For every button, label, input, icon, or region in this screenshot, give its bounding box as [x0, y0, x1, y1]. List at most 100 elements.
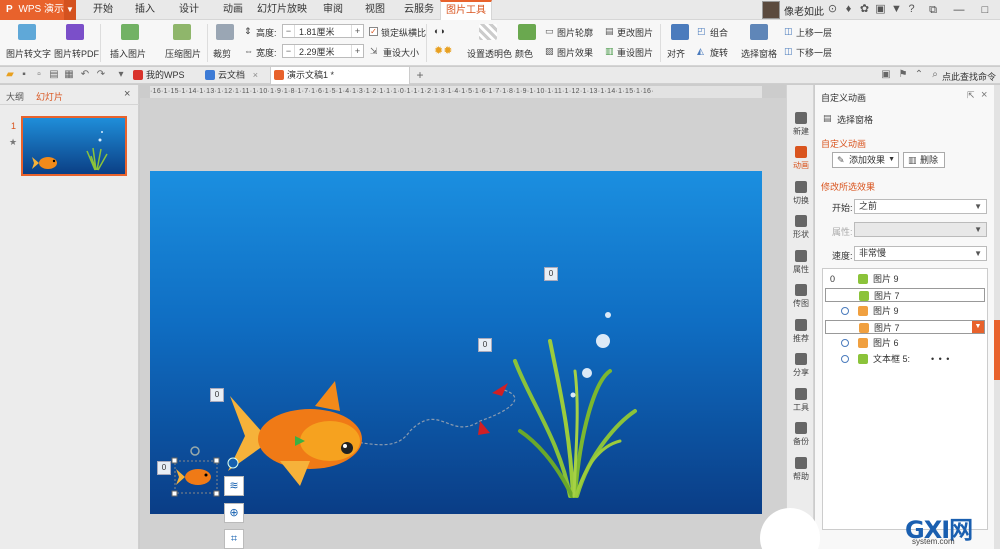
search-icon[interactable]: ⌕ — [929, 69, 941, 81]
crop-button[interactable]: 裁剪 — [213, 47, 231, 60]
chevron-down-icon[interactable]: ▼ — [972, 321, 984, 333]
chevron-down-icon[interactable]: ⊙ — [826, 3, 839, 16]
help-icon[interactable]: ? — [905, 3, 918, 16]
collapse-icon[interactable] — [227, 457, 239, 469]
color-icon[interactable] — [518, 24, 536, 40]
pdf-export-icon[interactable]: ▫ — [33, 69, 45, 81]
sidebar-item-help[interactable]: 帮助 — [787, 457, 815, 482]
close-icon[interactable]: × — [124, 88, 130, 100]
change-pic-button[interactable]: 更改图片 — [617, 26, 653, 39]
increment-button[interactable]: + — [351, 25, 363, 37]
color-button[interactable]: 颜色 — [515, 47, 533, 60]
compress-icon[interactable] — [173, 24, 191, 40]
maximize-icon[interactable]: □ — [972, 0, 998, 20]
sidebar-item-upload-pic[interactable]: 传图 — [787, 284, 815, 309]
path-end-marker[interactable] — [492, 383, 508, 396]
tab-view[interactable]: 视图 — [358, 0, 392, 20]
reset-size-button[interactable]: 重设大小 — [383, 46, 419, 59]
sidebar-item-transition[interactable]: 切换 — [787, 181, 815, 206]
height-value[interactable]: 1.81厘米 — [295, 25, 351, 38]
delete-button[interactable]: ▥ 删除 — [903, 152, 945, 168]
sidebar-item-animation[interactable]: 动画 — [787, 146, 815, 171]
tab-slideshow[interactable]: 幻灯片放映 — [256, 0, 308, 20]
chevron-down-icon[interactable]: ▼ — [64, 0, 76, 20]
path-end-marker[interactable] — [478, 421, 490, 435]
goldfish-image[interactable] — [228, 381, 362, 486]
bring-forward-button[interactable]: 上移一层 — [796, 26, 832, 39]
undo-icon[interactable]: ↶ — [79, 69, 91, 81]
speed-select[interactable]: 非常慢 ▼ — [854, 246, 987, 261]
sidebar-item-share[interactable]: 分享 — [787, 353, 815, 378]
tab-home[interactable]: 开始 — [86, 0, 120, 20]
group-button[interactable]: 组合 — [710, 26, 728, 39]
tab-review[interactable]: 审阅 — [316, 0, 350, 20]
slide-thumbnail[interactable] — [21, 116, 127, 176]
decrement-button[interactable]: − — [283, 45, 295, 57]
decrement-button[interactable]: − — [283, 25, 295, 37]
animation-list[interactable]: 0 图片 9 图片 7 图片 9 图片 7 ▼ 图片 6 文本框 5: • • — [822, 268, 988, 530]
animation-order-badge[interactable]: 0 — [478, 338, 492, 352]
tab-presentation[interactable]: 演示文稿1 * — [270, 67, 410, 84]
tab-outline[interactable]: 大纲 — [6, 90, 24, 103]
height-stepper[interactable]: − 1.81厘米 + — [282, 24, 364, 38]
list-item[interactable]: 图片 6 — [825, 336, 985, 350]
chevron-down-icon[interactable]: ▾ — [115, 69, 127, 81]
tab-cloud[interactable]: 云服务 — [400, 0, 438, 20]
list-item[interactable]: 0 图片 9 — [825, 272, 985, 286]
animation-order-badge[interactable]: 0 — [157, 461, 171, 475]
tshirt-icon[interactable]: ▼ — [890, 3, 903, 16]
seaweed-image[interactable] — [513, 339, 637, 498]
align-button[interactable]: 对齐 — [667, 47, 685, 60]
insert-picture-button[interactable]: 插入图片 — [110, 47, 146, 60]
float-icon[interactable]: ⇱ — [967, 90, 975, 101]
more-options[interactable]: • • • — [931, 352, 950, 366]
tab-cloud-docs[interactable]: 云文档 × — [202, 67, 262, 84]
pin-icon[interactable]: ⚑ — [897, 69, 909, 81]
list-item[interactable]: 图片 9 — [825, 304, 985, 318]
selection-pane-button[interactable]: 选择窗格 — [741, 47, 777, 60]
transparent-icon[interactable] — [479, 24, 497, 40]
pic-effect-button[interactable]: 图片效果 — [557, 46, 593, 59]
collapse-handle[interactable] — [994, 320, 1000, 380]
preview-icon[interactable]: ▦ — [63, 69, 75, 81]
close-icon[interactable]: × — [981, 89, 987, 101]
tab-my-wps[interactable]: 我的WPS — [130, 67, 196, 84]
pdf-icon[interactable] — [66, 24, 84, 40]
bubble-image[interactable] — [582, 368, 592, 378]
add-effect-button[interactable]: ✎ 添加效果 ▼ — [832, 152, 899, 168]
selected-goldfish-image[interactable] — [171, 446, 220, 497]
zoom-icon[interactable]: ⊕ — [224, 503, 244, 523]
contrast-icon[interactable]: ◐◑ — [434, 26, 445, 36]
save-icon[interactable]: ▪ — [18, 69, 30, 81]
sidebar-item-shape[interactable]: 形状 — [787, 215, 815, 240]
user-area[interactable]: 像老如此 — [762, 0, 824, 20]
tab-insert[interactable]: 插入 — [128, 0, 162, 20]
crop-icon[interactable]: ⌗ — [224, 529, 244, 549]
avatar[interactable] — [762, 1, 780, 19]
reset-pic-button[interactable]: 重设图片 — [617, 46, 653, 59]
align-icon[interactable] — [671, 24, 689, 40]
settings-icon[interactable]: ✿ — [858, 3, 871, 16]
list-item[interactable]: 图片 7 ▼ — [825, 320, 985, 334]
tab-picture-tools[interactable]: 图片工具 — [440, 0, 492, 20]
start-select[interactable]: 之前 ▼ — [854, 199, 987, 214]
pic-to-text-button[interactable]: 图片转文字 — [6, 47, 51, 60]
layers-icon[interactable]: ≋ — [224, 476, 244, 496]
open-icon[interactable]: ▰ — [4, 69, 16, 81]
minimize-icon[interactable]: — — [946, 0, 972, 20]
picture-icon[interactable] — [121, 24, 139, 40]
tab-animation[interactable]: 动画 — [216, 0, 250, 20]
add-tab-icon[interactable]: + — [414, 69, 426, 81]
chevron-up-icon[interactable]: ⌃ — [913, 69, 925, 81]
width-value[interactable]: 2.29厘米 — [295, 45, 351, 58]
sidebar-item-property[interactable]: 属性 — [787, 250, 815, 275]
app-menu-button[interactable]: P WPS 演示 ▼ — [0, 0, 76, 20]
crop-icon[interactable] — [216, 24, 234, 40]
slide-canvas[interactable]: 0 0 0 0 — [150, 171, 762, 514]
redo-icon[interactable]: ↷ — [95, 69, 107, 81]
share-icon[interactable]: ▣ — [874, 3, 887, 16]
pane-title[interactable]: 自定义动画 — [821, 91, 866, 104]
tab-slides[interactable]: 幻灯片 — [36, 90, 63, 103]
increment-button[interactable]: + — [351, 45, 363, 57]
rotate-button[interactable]: 旋转 — [710, 46, 728, 59]
